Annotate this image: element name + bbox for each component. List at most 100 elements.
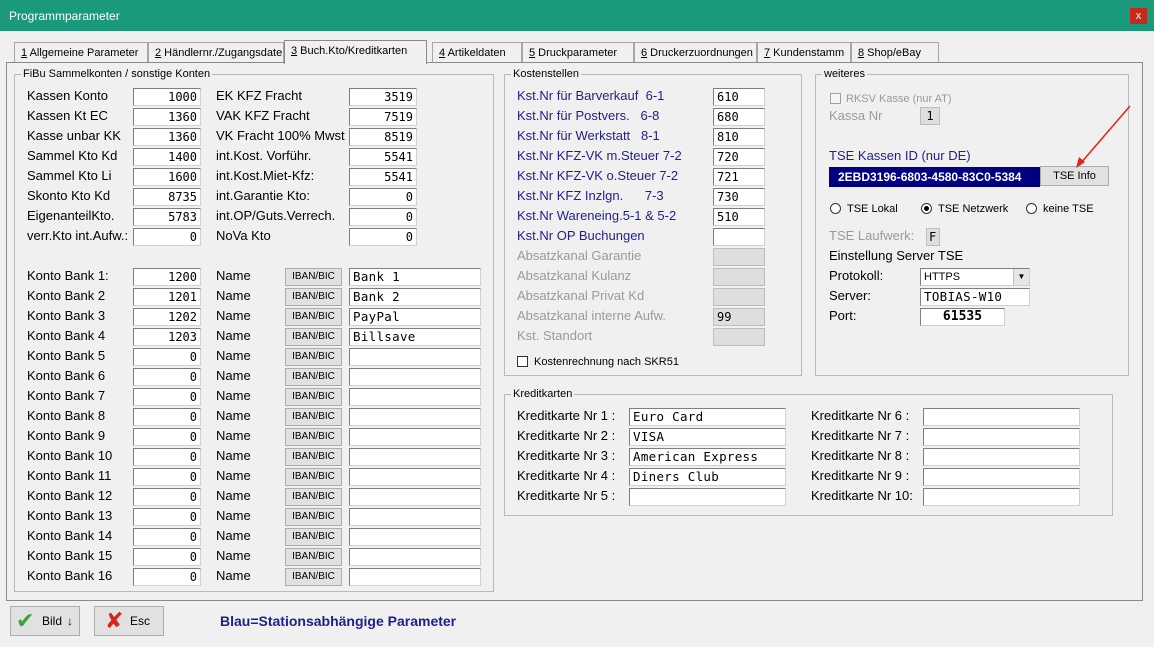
bank-account-field[interactable]: 0 — [133, 428, 201, 446]
kreditkarte-field[interactable] — [923, 408, 1080, 426]
bank-name-field[interactable] — [349, 468, 481, 486]
kreditkarte-field[interactable]: Diners Club — [629, 468, 786, 486]
chevron-down-icon[interactable]: ▼ — [1013, 269, 1029, 285]
bank-account-field[interactable]: 0 — [133, 408, 201, 426]
iban-bic-button[interactable]: IBAN/BIC — [285, 528, 342, 546]
fibu-right-field[interactable]: 3519 — [349, 88, 417, 106]
iban-bic-button[interactable]: IBAN/BIC — [285, 568, 342, 586]
bank-name-field[interactable]: Bank 2 — [349, 288, 481, 306]
iban-bic-button[interactable]: IBAN/BIC — [285, 348, 342, 366]
fibu-left-field[interactable]: 0 — [133, 228, 201, 246]
fibu-left-field[interactable]: 1000 — [133, 88, 201, 106]
kreditkarte-field[interactable]: Euro Card — [629, 408, 786, 426]
iban-bic-button[interactable]: IBAN/BIC — [285, 468, 342, 486]
kostenstelle-field[interactable]: 99 — [713, 308, 765, 326]
rksv-checkbox[interactable] — [830, 93, 841, 104]
iban-bic-button[interactable]: IBAN/BIC — [285, 488, 342, 506]
iban-bic-button[interactable]: IBAN/BIC — [285, 448, 342, 466]
bank-name-field[interactable] — [349, 428, 481, 446]
fibu-right-field[interactable]: 5541 — [349, 148, 417, 166]
bank-account-field[interactable]: 0 — [133, 548, 201, 566]
fibu-right-field[interactable]: 7519 — [349, 108, 417, 126]
tab-buch-kto-kreditkarten[interactable]: 3 Buch.Kto/Kreditkarten — [284, 40, 427, 64]
bank-name-field[interactable] — [349, 508, 481, 526]
tab-allgemeine-parameter[interactable]: 1 Allgemeine Parameter — [14, 42, 148, 63]
kostenstelle-field[interactable] — [713, 248, 765, 266]
kostenstelle-field[interactable] — [713, 288, 765, 306]
iban-bic-button[interactable]: IBAN/BIC — [285, 408, 342, 426]
bank-account-field[interactable]: 0 — [133, 388, 201, 406]
tab-shop-ebay[interactable]: 8 Shop/eBay — [851, 42, 939, 63]
kostenstelle-field[interactable] — [713, 328, 765, 346]
bank-name-field[interactable] — [349, 568, 481, 586]
kostenstelle-field[interactable]: 610 — [713, 88, 765, 106]
kassa-nr-field[interactable]: 1 — [920, 107, 940, 125]
iban-bic-button[interactable]: IBAN/BIC — [285, 308, 342, 326]
radio-keine-tse[interactable] — [1026, 203, 1037, 214]
bank-account-field[interactable]: 1202 — [133, 308, 201, 326]
fibu-left-field[interactable]: 8735 — [133, 188, 201, 206]
iban-bic-button[interactable]: IBAN/BIC — [285, 388, 342, 406]
bank-account-field[interactable]: 1200 — [133, 268, 201, 286]
kreditkarte-field[interactable] — [923, 488, 1080, 506]
kostenstelle-field[interactable] — [713, 228, 765, 246]
iban-bic-button[interactable]: IBAN/BIC — [285, 508, 342, 526]
bank-account-field[interactable]: 0 — [133, 348, 201, 366]
kostenstelle-field[interactable] — [713, 268, 765, 286]
fibu-right-field[interactable]: 0 — [349, 208, 417, 226]
fibu-left-field[interactable]: 1600 — [133, 168, 201, 186]
tab-druckparameter[interactable]: 5 Druckparameter — [522, 42, 634, 63]
kostenstelle-field[interactable]: 720 — [713, 148, 765, 166]
iban-bic-button[interactable]: IBAN/BIC — [285, 268, 342, 286]
tab-artikeldaten[interactable]: 4 Artikeldaten — [432, 42, 522, 63]
kostenstelle-field[interactable]: 730 — [713, 188, 765, 206]
bank-account-field[interactable]: 0 — [133, 448, 201, 466]
radio-tse-lokal[interactable] — [830, 203, 841, 214]
bank-account-field[interactable]: 0 — [133, 468, 201, 486]
tab-haendlernr[interactable]: 2 Händlernr./Zugangsdaten — [148, 42, 284, 63]
fibu-left-field[interactable]: 1400 — [133, 148, 201, 166]
bild-button[interactable]: ✔ Bild ↓ — [10, 606, 80, 636]
bank-account-field[interactable]: 0 — [133, 528, 201, 546]
bank-name-field[interactable] — [349, 408, 481, 426]
bank-name-field[interactable] — [349, 528, 481, 546]
kreditkarte-field[interactable]: VISA — [629, 428, 786, 446]
iban-bic-button[interactable]: IBAN/BIC — [285, 328, 342, 346]
bank-name-field[interactable] — [349, 488, 481, 506]
kostenstelle-field[interactable]: 510 — [713, 208, 765, 226]
bank-name-field[interactable]: Bank 1 — [349, 268, 481, 286]
iban-bic-button[interactable]: IBAN/BIC — [285, 428, 342, 446]
fibu-right-field[interactable]: 5541 — [349, 168, 417, 186]
port-field[interactable]: 61535 — [920, 308, 1005, 326]
bank-name-field[interactable] — [349, 548, 481, 566]
bank-name-field[interactable] — [349, 388, 481, 406]
protokoll-select[interactable]: HTTPS ▼ — [920, 268, 1030, 286]
iban-bic-button[interactable]: IBAN/BIC — [285, 288, 342, 306]
fibu-right-field[interactable]: 0 — [349, 228, 417, 246]
esc-button[interactable]: ✘ Esc — [94, 606, 164, 636]
kreditkarte-field[interactable] — [923, 428, 1080, 446]
bank-name-field[interactable] — [349, 348, 481, 366]
bank-name-field[interactable]: PayPal — [349, 308, 481, 326]
bank-account-field[interactable]: 0 — [133, 508, 201, 526]
kreditkarte-field[interactable] — [923, 468, 1080, 486]
bank-account-field[interactable]: 0 — [133, 568, 201, 586]
fibu-left-field[interactable]: 1360 — [133, 108, 201, 126]
bank-account-field[interactable]: 1201 — [133, 288, 201, 306]
kostenstelle-field[interactable]: 810 — [713, 128, 765, 146]
kreditkarte-field[interactable]: American Express — [629, 448, 786, 466]
fibu-right-field[interactable]: 8519 — [349, 128, 417, 146]
fibu-left-field[interactable]: 5783 — [133, 208, 201, 226]
bank-name-field[interactable] — [349, 448, 481, 466]
bank-name-field[interactable]: Billsave — [349, 328, 481, 346]
fibu-right-field[interactable]: 0 — [349, 188, 417, 206]
kreditkarte-field[interactable] — [923, 448, 1080, 466]
radio-tse-netzwerk[interactable] — [921, 203, 932, 214]
bank-name-field[interactable] — [349, 368, 481, 386]
tab-kundenstamm[interactable]: 7 Kundenstamm — [757, 42, 851, 63]
tse-kassen-id-field[interactable]: 2EBD3196-6803-4580-83C0-5384 — [829, 167, 1040, 187]
server-field[interactable]: TOBIAS-W10 — [920, 288, 1030, 306]
iban-bic-button[interactable]: IBAN/BIC — [285, 368, 342, 386]
bank-account-field[interactable]: 0 — [133, 368, 201, 386]
tse-laufwerk-field[interactable]: F — [926, 228, 940, 246]
